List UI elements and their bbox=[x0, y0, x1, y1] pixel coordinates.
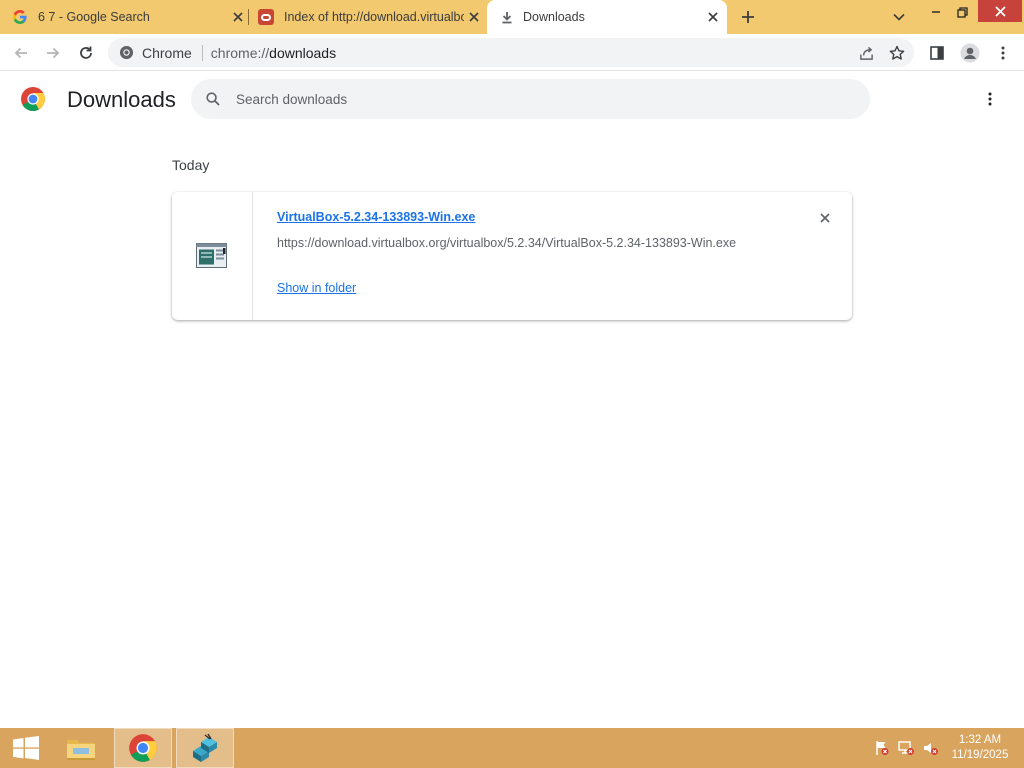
close-tab-icon[interactable] bbox=[703, 7, 723, 27]
close-window-icon[interactable] bbox=[978, 0, 1022, 22]
page-title: Downloads bbox=[67, 87, 176, 112]
download-item-card: VirtualBox-5.2.34-133893-Win.exe https:/… bbox=[172, 192, 852, 320]
system-clock[interactable]: 1:32 AM 11/19/2025 bbox=[944, 733, 1016, 763]
download-icon-column bbox=[172, 192, 253, 320]
site-info-chip[interactable]: Chrome bbox=[108, 45, 192, 61]
exe-file-icon bbox=[196, 243, 227, 268]
restore-icon[interactable] bbox=[952, 0, 972, 24]
chrome-logo-icon bbox=[20, 86, 46, 112]
url-host: downloads bbox=[269, 44, 337, 61]
minimize-icon[interactable] bbox=[926, 0, 946, 24]
tab-strip: 6 7 - Google Search Index of http://down… bbox=[0, 0, 1024, 34]
reload-icon[interactable] bbox=[73, 40, 99, 66]
network-status-icon[interactable] bbox=[896, 728, 916, 768]
tab-search-chevron-icon[interactable] bbox=[888, 5, 910, 29]
more-options-icon[interactable] bbox=[978, 87, 1002, 111]
download-source-url: https://download.virtualbox.org/virtualb… bbox=[277, 236, 737, 250]
chrome-menu-icon[interactable] bbox=[990, 40, 1016, 66]
google-g-icon bbox=[12, 9, 28, 25]
search-downloads-input[interactable] bbox=[236, 91, 836, 107]
new-tab-button[interactable] bbox=[736, 6, 760, 28]
clock-date: 11/19/2025 bbox=[951, 749, 1009, 761]
profile-avatar-icon[interactable] bbox=[957, 40, 983, 66]
downloads-header: Downloads bbox=[0, 72, 1024, 126]
close-tab-icon[interactable] bbox=[464, 7, 484, 27]
oracle-icon bbox=[258, 9, 274, 25]
back-arrow-icon[interactable] bbox=[8, 40, 34, 66]
close-tab-icon[interactable] bbox=[228, 7, 248, 27]
tab-google-search[interactable]: 6 7 - Google Search bbox=[12, 0, 248, 34]
windows-start-icon[interactable] bbox=[6, 728, 46, 768]
tab-title: Index of http://download.virtualbox.org bbox=[284, 10, 464, 24]
search-downloads-bar[interactable] bbox=[191, 79, 870, 119]
tab-separator bbox=[248, 9, 249, 25]
windows-taskbar: 1:32 AM 11/19/2025 bbox=[0, 728, 1024, 768]
file-explorer-icon[interactable] bbox=[60, 728, 102, 768]
clock-time: 1:32 AM bbox=[958, 734, 1002, 746]
taskbar-installer-icon[interactable] bbox=[176, 728, 234, 768]
tab-title: 6 7 - Google Search bbox=[38, 10, 150, 24]
volume-muted-icon[interactable] bbox=[920, 728, 940, 768]
tab-downloads[interactable]: Downloads bbox=[487, 0, 727, 34]
address-bar[interactable]: Chrome chrome://downloads bbox=[108, 38, 914, 67]
taskbar-chrome-icon[interactable] bbox=[114, 728, 172, 768]
forward-arrow-icon[interactable] bbox=[40, 40, 66, 66]
tab-title: Downloads bbox=[523, 10, 585, 24]
browser-toolbar: Chrome chrome://downloads bbox=[0, 34, 1024, 71]
tab-virtualbox-index[interactable]: Index of http://download.virtualbox.org bbox=[258, 0, 484, 34]
action-center-flag-icon[interactable] bbox=[872, 728, 892, 768]
side-panel-icon[interactable] bbox=[924, 40, 950, 66]
show-in-folder-link[interactable]: Show in folder bbox=[277, 281, 356, 295]
site-chip-label: Chrome bbox=[142, 44, 192, 61]
download-icon bbox=[499, 9, 515, 25]
bookmark-star-icon[interactable] bbox=[887, 43, 907, 63]
url-text[interactable]: chrome://downloads bbox=[211, 45, 336, 61]
download-file-name-link[interactable]: VirtualBox-5.2.34-133893-Win.exe bbox=[277, 210, 475, 224]
share-icon[interactable] bbox=[856, 43, 876, 63]
download-date-heading: Today bbox=[172, 157, 210, 173]
chrome-site-icon bbox=[118, 45, 134, 61]
search-icon bbox=[205, 91, 221, 107]
url-scheme: chrome:// bbox=[210, 44, 270, 61]
omnibox-separator bbox=[201, 44, 203, 61]
remove-download-icon[interactable] bbox=[815, 208, 835, 228]
